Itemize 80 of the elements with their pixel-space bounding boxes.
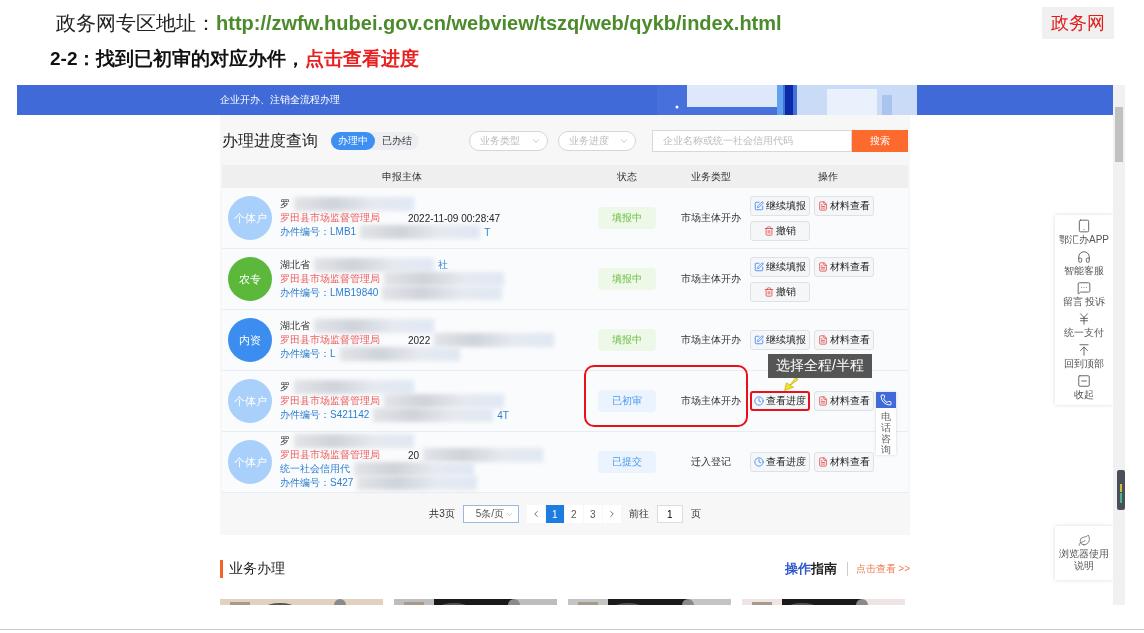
authority-name: 罗田县市场监督管理局 — [280, 272, 380, 286]
browser-guide-button[interactable]: 浏览器使用说明 — [1055, 526, 1113, 580]
page-title: 办理进度查询 — [222, 130, 319, 151]
applicant-name: 罗 — [280, 197, 290, 211]
action-button[interactable]: 查看进度 — [750, 391, 810, 411]
status-badge: 已初审 — [598, 390, 656, 412]
page-size-dropdown[interactable]: 5条/页 — [462, 505, 519, 523]
status-tab[interactable]: 已办结 — [375, 132, 420, 150]
page-count: 共3页 — [429, 507, 455, 521]
column-header: 业务类型 — [690, 169, 732, 184]
authority-name: 罗田县市场监督管理局 — [280, 211, 380, 225]
side-tool-button[interactable]: 回到顶部 — [1055, 343, 1113, 370]
goto-unit: 页 — [690, 507, 701, 521]
case-number: 办件编号：S421142 — [280, 408, 370, 422]
case-number: 办件编号：LMB19840 — [280, 286, 379, 300]
column-header: 操作 — [817, 169, 839, 184]
action-button[interactable]: 继续填报 — [750, 256, 810, 277]
business-type: 市场主体开办 — [680, 211, 742, 225]
side-tool-button[interactable]: 留言 投诉 — [1055, 281, 1113, 308]
applicant-name: 湖北省 — [280, 319, 310, 333]
step-title: 2-2：找到已初审的对应办件， — [50, 47, 306, 71]
applicant-name: 罗 — [280, 434, 290, 448]
section-title: 业务办理 — [220, 560, 285, 578]
applicant-name: 湖北省 — [280, 258, 310, 272]
action-button[interactable]: 查看进度 — [750, 452, 810, 472]
text-fragment: 4T — [497, 409, 509, 421]
goto-page-field[interactable]: 1 — [656, 505, 683, 523]
address-label: 政务网专区地址： — [56, 10, 216, 36]
page-button[interactable]: 3 — [583, 505, 602, 523]
type-avatar: 个体户 — [228, 379, 272, 423]
action-button[interactable]: 材料查看 — [814, 195, 874, 216]
column-header: 状态 — [616, 169, 638, 184]
step-action: 点击查看进度 — [305, 47, 420, 71]
status-badge: 填报中 — [598, 207, 656, 229]
type-avatar: 内资 — [228, 318, 272, 362]
credit-code-label: 统一社会信用代 — [280, 462, 350, 476]
type-avatar: 个体户 — [228, 196, 272, 240]
status-badge: 已提交 — [598, 451, 656, 473]
page-button[interactable]: 2 — [564, 505, 583, 523]
action-button[interactable]: 材料查看 — [814, 330, 874, 350]
phone-consult-button[interactable]: 电话咨询 — [876, 392, 896, 455]
banner-title: 企业开办、注销全流程办理 — [220, 93, 340, 107]
side-tool-button[interactable]: 统一支付 — [1055, 312, 1113, 339]
address-link[interactable]: http://zwfw.hubei.gov.cn/webview/tszq/web/qykb/index.html — [216, 11, 782, 35]
submit-time: 2022 — [408, 334, 431, 346]
type-avatar: 农专 — [228, 257, 272, 301]
authority-name: 罗田县市场监督管理局 — [280, 333, 380, 347]
status-badge: 填报中 — [598, 329, 656, 351]
business-type: 市场主体开办 — [680, 333, 742, 347]
case-number: 办件编号：LMB1 — [280, 225, 357, 239]
action-button[interactable]: 材料查看 — [814, 452, 874, 472]
submit-time: 2022-11-09 00:28:47 — [408, 212, 501, 224]
side-tool-button[interactable]: 收起 — [1055, 374, 1113, 401]
goto-label: 前往 — [628, 507, 649, 521]
guide-title: 操作指南 — [784, 560, 837, 578]
status-badge: 填报中 — [598, 268, 656, 290]
business-type: 迁入登记 — [690, 455, 732, 469]
business-type: 市场主体开办 — [680, 394, 742, 408]
case-number: 办件编号：S427 — [280, 476, 354, 490]
text-fragment: T — [484, 226, 491, 238]
column-header: 申报主体 — [381, 169, 423, 184]
action-button[interactable]: 撤销 — [750, 220, 810, 241]
authority-name: 罗田县市场监督管理局 — [280, 394, 380, 408]
action-button[interactable]: 继续填报 — [750, 330, 810, 350]
authority-name: 罗田县市场监督管理局 — [280, 448, 380, 462]
callout-tooltip: 选择全程/半程 — [768, 354, 872, 378]
applicant-name: 罗 — [280, 380, 290, 394]
action-button[interactable]: 材料查看 — [814, 256, 874, 277]
action-button[interactable]: 继续填报 — [750, 195, 810, 216]
action-button[interactable]: 材料查看 — [814, 391, 874, 411]
action-button[interactable]: 撤销 — [750, 281, 810, 302]
business-type: 市场主体开办 — [680, 272, 742, 286]
page-button[interactable]: 1 — [545, 505, 564, 523]
submit-time: 20 — [408, 449, 420, 461]
side-tool-button[interactable]: 智能客服 — [1055, 250, 1113, 277]
type-avatar: 个体户 — [228, 440, 272, 484]
side-tool-button[interactable]: 鄂汇办APP — [1055, 219, 1113, 246]
site-tag: 政务网 — [1042, 7, 1114, 39]
case-number: 办件编号：L — [280, 347, 336, 361]
text-fragment: 社 — [438, 258, 448, 272]
